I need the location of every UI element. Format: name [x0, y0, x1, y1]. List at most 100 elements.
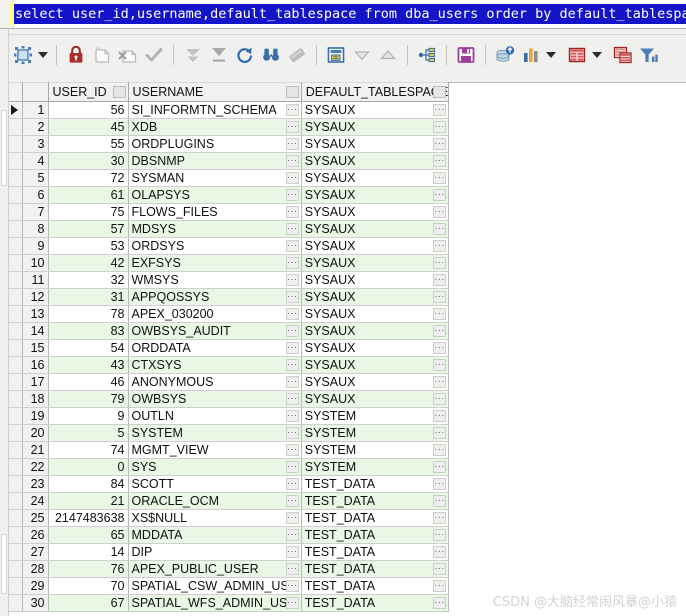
cell-user-id[interactable]: 70: [48, 577, 129, 595]
cell-editor-ellipsis-button[interactable]: ···: [433, 308, 447, 320]
table-row[interactable]: 1 56 SI_INFORMTN_SCHEMA ··· SYSAUX ···: [9, 101, 450, 119]
cell-editor-ellipsis-button[interactable]: ···: [285, 410, 299, 422]
cell-default-tablespace[interactable]: SYSAUX ···: [301, 203, 450, 221]
cell-editor-ellipsis-button[interactable]: ···: [285, 376, 299, 388]
table-row[interactable]: 10 42 EXFSYS ··· SYSAUX ···: [9, 254, 450, 272]
fetch-next-page-icon[interactable]: [180, 42, 206, 68]
find-icon[interactable]: [258, 42, 284, 68]
refresh-icon[interactable]: [232, 42, 258, 68]
cell-username[interactable]: ORDPLUGINS ···: [128, 135, 302, 153]
cell-default-tablespace[interactable]: SYSAUX ···: [301, 237, 450, 255]
filter-icon[interactable]: [636, 42, 662, 68]
cell-username[interactable]: CTXSYS ···: [128, 356, 302, 374]
table-row[interactable]: 23 84 SCOTT ··· TEST_DATA ···: [9, 475, 450, 493]
cell-default-tablespace[interactable]: SYSAUX ···: [301, 169, 450, 187]
cell-default-tablespace[interactable]: SYSAUX ···: [301, 288, 450, 306]
cell-user-id[interactable]: 54: [48, 339, 129, 357]
cell-username[interactable]: SI_INFORMTN_SCHEMA ···: [128, 101, 302, 119]
cell-default-tablespace[interactable]: SYSAUX ···: [301, 220, 450, 238]
cell-editor-ellipsis-button[interactable]: ···: [285, 427, 299, 439]
cell-user-id[interactable]: 32: [48, 271, 129, 289]
cell-editor-ellipsis-button[interactable]: ···: [433, 512, 447, 524]
cell-editor-ellipsis-button[interactable]: ···: [433, 495, 447, 507]
cell-default-tablespace[interactable]: TEST_DATA ···: [301, 577, 450, 595]
row-selector-cell[interactable]: [9, 186, 23, 204]
cell-user-id[interactable]: 75: [48, 203, 129, 221]
grid-mode-icon[interactable]: [10, 42, 36, 68]
cell-editor-ellipsis-button[interactable]: ···: [433, 393, 447, 405]
cell-editor-ellipsis-button[interactable]: ···: [433, 478, 447, 490]
cell-editor-ellipsis-button[interactable]: ···: [285, 104, 299, 116]
cell-username[interactable]: ANONYMOUS ···: [128, 373, 302, 391]
cell-user-id[interactable]: 46: [48, 373, 129, 391]
cell-editor-ellipsis-button[interactable]: ···: [433, 291, 447, 303]
row-selector-cell[interactable]: [9, 254, 23, 272]
cell-username[interactable]: WMSYS ···: [128, 271, 302, 289]
cell-editor-ellipsis-button[interactable]: ···: [285, 393, 299, 405]
cell-editor-ellipsis-button[interactable]: ···: [285, 155, 299, 167]
row-selector-cell[interactable]: [9, 356, 23, 374]
table-row[interactable]: 30 67 SPATIAL_WFS_ADMIN_USR ··· TEST_DATA ···: [9, 594, 450, 612]
cell-editor-ellipsis-button[interactable]: ···: [285, 206, 299, 218]
cell-user-id[interactable]: 55: [48, 135, 129, 153]
cell-default-tablespace[interactable]: SYSAUX ···: [301, 118, 450, 136]
cell-user-id[interactable]: 2147483638: [48, 509, 129, 527]
cell-editor-ellipsis-button[interactable]: ···: [285, 308, 299, 320]
cell-editor-ellipsis-button[interactable]: ···: [285, 444, 299, 456]
cell-editor-ellipsis-button[interactable]: ···: [433, 240, 447, 252]
copy-rows-icon[interactable]: [610, 42, 636, 68]
cell-editor-ellipsis-button[interactable]: ···: [433, 257, 447, 269]
cell-default-tablespace[interactable]: TEST_DATA ···: [301, 560, 450, 578]
cell-editor-ellipsis-button[interactable]: ···: [285, 138, 299, 150]
row-selector-cell[interactable]: [9, 594, 23, 612]
cell-editor-ellipsis-button[interactable]: ···: [433, 359, 447, 371]
column-header-user-id[interactable]: USER_ID: [48, 82, 129, 102]
cell-user-id[interactable]: 45: [48, 118, 129, 136]
row-selector-cell[interactable]: [9, 407, 23, 425]
row-selector-cell[interactable]: [9, 339, 23, 357]
cell-editor-ellipsis-button[interactable]: ···: [285, 291, 299, 303]
export-structure-icon[interactable]: [414, 42, 440, 68]
table-row[interactable]: 5 72 SYSMAN ··· SYSAUX ···: [9, 169, 450, 187]
cell-user-id[interactable]: 61: [48, 186, 129, 204]
row-selector-cell[interactable]: [9, 118, 23, 136]
table-row[interactable]: 21 74 MGMT_VIEW ··· SYSTEM ···: [9, 441, 450, 459]
insert-record-icon[interactable]: [89, 42, 115, 68]
cell-user-id[interactable]: 21: [48, 492, 129, 510]
cell-default-tablespace[interactable]: SYSAUX ···: [301, 390, 450, 408]
cell-editor-ellipsis-button[interactable]: ···: [285, 240, 299, 252]
table-row[interactable]: 20 5 SYSTEM ··· SYSTEM ···: [9, 424, 450, 442]
cell-user-id[interactable]: 53: [48, 237, 129, 255]
row-selector-cell[interactable]: [9, 322, 23, 340]
row-selector-cell[interactable]: [9, 101, 23, 119]
cell-username[interactable]: SYSTEM ···: [128, 424, 302, 442]
cell-editor-ellipsis-button[interactable]: ···: [285, 274, 299, 286]
move-down-icon[interactable]: [349, 42, 375, 68]
cell-default-tablespace[interactable]: SYSAUX ···: [301, 186, 450, 204]
cell-default-tablespace[interactable]: SYSAUX ···: [301, 135, 450, 153]
row-selector-cell[interactable]: [9, 424, 23, 442]
cell-user-id[interactable]: 65: [48, 526, 129, 544]
cell-editor-ellipsis-button[interactable]: ···: [285, 546, 299, 558]
cell-user-id[interactable]: 56: [48, 101, 129, 119]
sql-query-text[interactable]: select user_id,username,default_tablespa…: [14, 4, 686, 24]
cell-username[interactable]: ORDDATA ···: [128, 339, 302, 357]
row-selector-cell[interactable]: [9, 458, 23, 476]
cell-editor-ellipsis-button[interactable]: ···: [285, 478, 299, 490]
cell-username[interactable]: DBSNMP ···: [128, 152, 302, 170]
grid-report-icon[interactable]: [564, 42, 590, 68]
vertical-scrollbar-thumb-upper[interactable]: [1, 110, 7, 186]
cell-editor-ellipsis-button[interactable]: ···: [433, 325, 447, 337]
cell-default-tablespace[interactable]: SYSTEM ···: [301, 441, 450, 459]
cell-default-tablespace[interactable]: SYSAUX ···: [301, 373, 450, 391]
cell-editor-ellipsis-button[interactable]: ···: [285, 580, 299, 592]
table-row[interactable]: 14 83 OWBSYS_AUDIT ··· SYSAUX ···: [9, 322, 450, 340]
cell-username[interactable]: MDSYS ···: [128, 220, 302, 238]
cell-username[interactable]: OWBSYS ···: [128, 390, 302, 408]
cell-default-tablespace[interactable]: SYSAUX ···: [301, 271, 450, 289]
cell-default-tablespace[interactable]: TEST_DATA ···: [301, 543, 450, 561]
table-row[interactable]: 27 14 DIP ··· TEST_DATA ···: [9, 543, 450, 561]
cell-editor-ellipsis-button[interactable]: ···: [433, 121, 447, 133]
vertical-scrollbar-thumb-lower[interactable]: [1, 534, 7, 594]
export-data-icon[interactable]: [492, 42, 518, 68]
